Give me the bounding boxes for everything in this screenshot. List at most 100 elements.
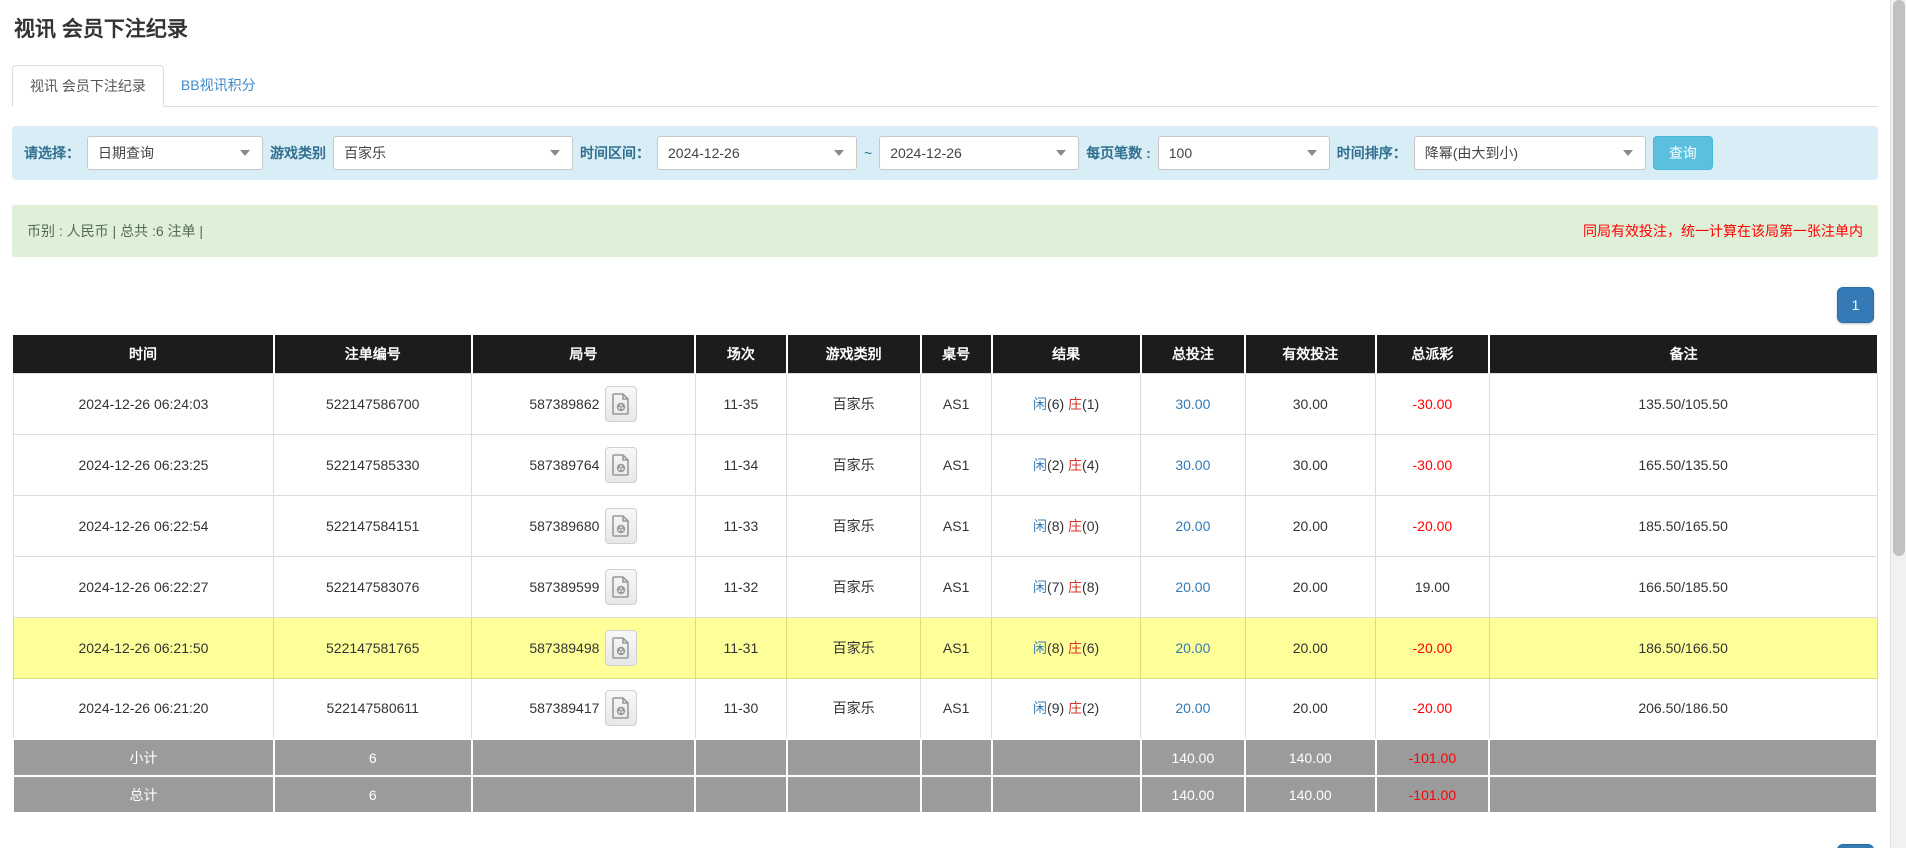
remark-cell: 165.50/135.50 — [1489, 434, 1877, 495]
column-header-3: 场次 — [695, 335, 786, 373]
round-number: 587389417 — [529, 700, 599, 716]
result-banker-count: (4) — [1082, 457, 1099, 473]
filter-bar: 请选择： 日期查询 游戏类别 百家乐 时间区间： 2024-12-26 ~ 20… — [12, 126, 1878, 180]
summary-empty-cell — [1489, 739, 1877, 776]
time-cell: 2024-12-26 06:21:20 — [13, 678, 274, 739]
round-cell: 587389862 — [472, 373, 696, 434]
valid-bet-cell: 30.00 — [1245, 434, 1375, 495]
betting-records-table: 时间注单编号局号场次游戏类别桌号结果总投注有效投注总派彩备注 2024-12-2… — [12, 335, 1878, 814]
game-type-cell: 百家乐 — [787, 617, 921, 678]
summary-empty-cell — [992, 739, 1141, 776]
result-banker: 庄 — [1068, 640, 1082, 656]
video-playback-button[interactable] — [605, 690, 637, 726]
result-cell: 闲(2) 庄(4) — [992, 434, 1141, 495]
video-playback-button[interactable] — [605, 447, 637, 483]
search-button[interactable]: 查询 — [1653, 136, 1713, 170]
chevron-down-icon — [1056, 150, 1066, 156]
game-type-select[interactable]: 百家乐 — [333, 136, 573, 170]
date-to-select[interactable]: 2024-12-26 — [879, 136, 1079, 170]
session-cell: 11-31 — [695, 617, 786, 678]
payout-cell: 19.00 — [1376, 556, 1490, 617]
total-bet-link[interactable]: 30.00 — [1175, 457, 1210, 473]
round-cell: 587389417 — [472, 678, 696, 739]
column-header-10: 备注 — [1489, 335, 1877, 373]
round-cell: 587389599 — [472, 556, 696, 617]
round-number: 587389862 — [529, 396, 599, 412]
column-header-5: 桌号 — [921, 335, 992, 373]
video-record-icon — [612, 576, 630, 598]
summary-row: 小计6140.00140.00-101.00 — [13, 739, 1877, 776]
query-type-value: 日期查询 — [98, 143, 154, 163]
time-cell: 2024-12-26 06:24:03 — [13, 373, 274, 434]
game-type-cell: 百家乐 — [787, 678, 921, 739]
total-bet-link[interactable]: 20.00 — [1175, 518, 1210, 534]
total-bet-cell: 20.00 — [1141, 495, 1245, 556]
remark-cell: 206.50/186.50 — [1489, 678, 1877, 739]
sort-select[interactable]: 降幂(由大到小) — [1414, 136, 1646, 170]
summary-empty-cell — [921, 776, 992, 813]
total-bet-link[interactable]: 20.00 — [1175, 579, 1210, 595]
session-cell: 11-32 — [695, 556, 786, 617]
table-header-row: 时间注单编号局号场次游戏类别桌号结果总投注有效投注总派彩备注 — [13, 335, 1877, 373]
result-banker-count: (0) — [1082, 518, 1099, 534]
chevron-down-icon — [1307, 150, 1317, 156]
total-bet-link[interactable]: 20.00 — [1175, 700, 1210, 716]
scrollbar-thumb[interactable] — [1893, 0, 1905, 556]
payout-cell: -20.00 — [1376, 617, 1490, 678]
summary-label-cell: 总计 — [13, 776, 274, 813]
bet-id-cell: 522147581765 — [274, 617, 472, 678]
pagination-bottom: 1 — [12, 844, 1874, 848]
result-banker-count: (6) — [1082, 640, 1099, 656]
video-playback-button[interactable] — [605, 386, 637, 422]
summary-empty-cell — [1489, 776, 1877, 813]
summary-total-bet-cell: 140.00 — [1141, 776, 1245, 813]
bet-id-cell: 522147584151 — [274, 495, 472, 556]
table-footer: 小计6140.00140.00-101.00总计6140.00140.00-10… — [13, 739, 1877, 813]
select-label: 请选择： — [24, 143, 80, 163]
bet-id-cell: 522147580611 — [274, 678, 472, 739]
summary-empty-cell — [787, 776, 921, 813]
table-body: 2024-12-26 06:24:03522147586700 587389862… — [13, 373, 1877, 739]
table-no-cell: AS1 — [921, 556, 992, 617]
result-player: 闲 — [1033, 457, 1047, 473]
round-cell: 587389764 — [472, 434, 696, 495]
date-from-select[interactable]: 2024-12-26 — [657, 136, 857, 170]
video-playback-button[interactable] — [605, 569, 637, 605]
round-wrap: 587389680 — [529, 508, 637, 544]
video-playback-button[interactable] — [605, 508, 637, 544]
tab-bb-video-points[interactable]: BB视讯积分 — [164, 65, 273, 107]
page-size-label: 每页笔数 : — [1086, 143, 1151, 163]
video-playback-button[interactable] — [605, 630, 637, 666]
page-1-button[interactable]: 1 — [1837, 844, 1874, 848]
query-type-select[interactable]: 日期查询 — [87, 136, 263, 170]
table-row: 2024-12-26 06:21:50522147581765587389498… — [13, 617, 1877, 678]
column-header-0: 时间 — [13, 335, 274, 373]
valid-bet-cell: 30.00 — [1245, 373, 1375, 434]
total-bet-link[interactable]: 20.00 — [1175, 640, 1210, 656]
chevron-down-icon — [1623, 150, 1633, 156]
page-size-select[interactable]: 100 — [1158, 136, 1330, 170]
bet-id-cell: 522147586700 — [274, 373, 472, 434]
summary-count-cell: 6 — [274, 776, 472, 813]
total-bet-cell: 20.00 — [1141, 678, 1245, 739]
game-type-cell: 百家乐 — [787, 495, 921, 556]
vertical-scrollbar[interactable] — [1890, 0, 1906, 848]
result-banker: 庄 — [1068, 457, 1082, 473]
tab-betting-records[interactable]: 视讯 会员下注纪录 — [12, 65, 164, 107]
page-1-button[interactable]: 1 — [1837, 287, 1874, 323]
result-banker: 庄 — [1068, 579, 1082, 595]
session-cell: 11-35 — [695, 373, 786, 434]
result-banker-count: (2) — [1082, 700, 1099, 716]
time-cell: 2024-12-26 06:21:50 — [13, 617, 274, 678]
result-player-count: (6) — [1047, 396, 1068, 412]
summary-empty-cell — [787, 739, 921, 776]
table-row: 2024-12-26 06:22:27522147583076587389599… — [13, 556, 1877, 617]
video-record-icon — [612, 697, 630, 719]
payout-cell: -20.00 — [1376, 678, 1490, 739]
table-no-cell: AS1 — [921, 434, 992, 495]
round-wrap: 587389599 — [529, 569, 637, 605]
total-bet-link[interactable]: 30.00 — [1175, 396, 1210, 412]
remark-cell: 166.50/185.50 — [1489, 556, 1877, 617]
tab-bar: 视讯 会员下注纪录 BB视讯积分 — [12, 65, 1878, 107]
summary-empty-cell — [992, 776, 1141, 813]
